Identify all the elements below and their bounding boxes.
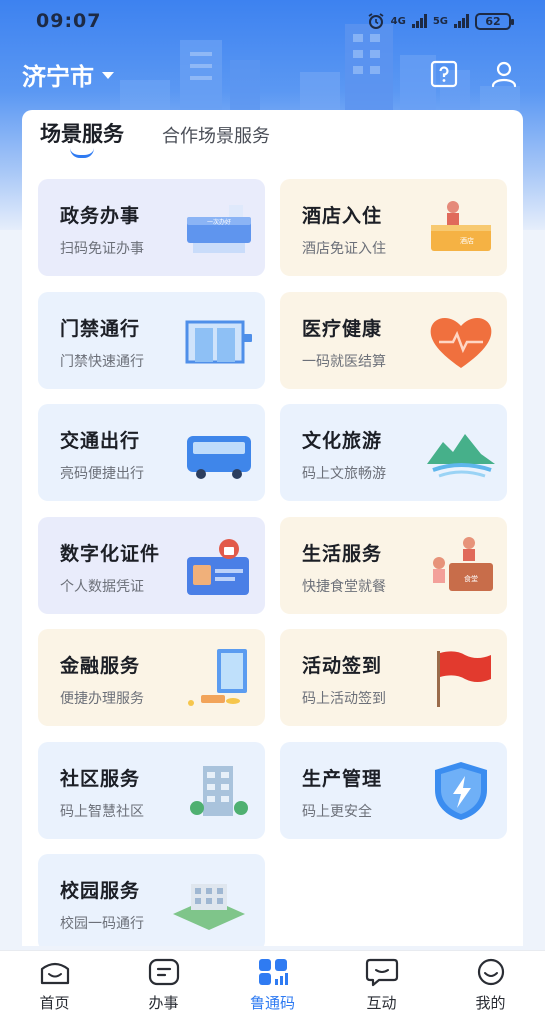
status-time: 09:07 bbox=[36, 10, 102, 32]
card-government-affairs[interactable]: 政务办事 扫码免证办事 一次办好 bbox=[38, 179, 265, 276]
card-community-services[interactable]: 社区服务 码上智慧社区 bbox=[38, 742, 265, 839]
app-header: 济宁市 bbox=[0, 52, 545, 96]
card-transportation[interactable]: 交通出行 亮码便捷出行 bbox=[38, 404, 265, 501]
community-building-icon bbox=[190, 766, 248, 816]
home-icon bbox=[40, 962, 69, 985]
help-icon bbox=[430, 60, 458, 88]
nav-label: 鲁通码 bbox=[249, 994, 295, 1012]
shield-lightning-icon bbox=[435, 762, 487, 820]
nav-label: 办事 bbox=[148, 994, 179, 1012]
network-label-5g: 5G bbox=[432, 15, 448, 27]
signal-icon bbox=[411, 14, 427, 28]
status-indicators: 4G 5G 62 bbox=[367, 12, 514, 30]
card-life-services[interactable]: 生活服务 快捷食堂就餐 食堂 bbox=[280, 517, 507, 614]
card-production-management[interactable]: 生产管理 码上更安全 bbox=[280, 742, 507, 839]
chat-icon bbox=[365, 958, 398, 987]
bottom-navigation: 首页 办事 鲁通码 互动 我的 bbox=[0, 950, 545, 1019]
card-hotel-checkin[interactable]: 酒店入住 酒店免证入住 酒店 bbox=[280, 179, 507, 276]
canteen-sign: 食堂 bbox=[464, 574, 478, 583]
card-digital-certificate[interactable]: 数字化证件 个人数据凭证 bbox=[38, 517, 265, 614]
campus-icon bbox=[173, 884, 245, 930]
bus-icon bbox=[187, 436, 251, 479]
hotel-reception-icon: 酒店 bbox=[431, 201, 491, 251]
heart-medical-icon bbox=[430, 317, 492, 368]
city-name: 济宁市 bbox=[22, 62, 94, 91]
city-selector[interactable]: 济宁市 bbox=[22, 57, 114, 92]
help-button[interactable] bbox=[429, 59, 459, 89]
battery-level: 62 bbox=[485, 14, 501, 28]
id-card-icon bbox=[187, 539, 249, 595]
nav-tasks[interactable]: 办事 bbox=[124, 957, 204, 1013]
qr-code-icon bbox=[258, 959, 288, 985]
nav-mine[interactable]: 我的 bbox=[451, 957, 531, 1013]
alarm-icon bbox=[368, 13, 384, 29]
counter-sign: 一次办好 bbox=[207, 218, 231, 226]
nav-label: 我的 bbox=[475, 994, 506, 1012]
hotel-sign: 酒店 bbox=[460, 236, 474, 245]
tab-label: 合作场景服务 bbox=[162, 126, 270, 147]
nav-interaction[interactable]: 互动 bbox=[342, 957, 422, 1013]
tab-partner-scene-services[interactable]: 合作场景服务 bbox=[162, 122, 270, 160]
nav-label: 首页 bbox=[39, 994, 70, 1012]
card-event-checkin[interactable]: 活动签到 码上活动签到 bbox=[280, 629, 507, 726]
tasks-icon bbox=[148, 958, 179, 986]
card-access-control[interactable]: 门禁通行 门禁快速通行 bbox=[38, 292, 265, 389]
nav-lutong-code[interactable]: 鲁通码 bbox=[233, 957, 313, 1013]
battery-icon: 62 bbox=[475, 12, 514, 30]
nav-label: 互动 bbox=[366, 994, 397, 1012]
tab-scene-services[interactable]: 场景服务 bbox=[40, 118, 124, 160]
card-campus-services[interactable]: 校园服务 校园一码通行 bbox=[38, 854, 265, 946]
header-actions bbox=[429, 59, 519, 89]
card-financial-services[interactable]: 金融服务 便捷办理服务 bbox=[38, 629, 265, 726]
finance-icon bbox=[188, 649, 247, 706]
card-medical-health[interactable]: 医疗健康 一码就医结算 bbox=[280, 292, 507, 389]
profile-button[interactable] bbox=[489, 59, 519, 89]
mountain-icon bbox=[427, 434, 495, 478]
tab-label: 场景服务 bbox=[40, 122, 124, 146]
chevron-down-icon bbox=[102, 72, 114, 79]
service-counter-icon: 一次办好 bbox=[187, 205, 251, 253]
nav-home[interactable]: 首页 bbox=[15, 957, 95, 1013]
scene-services-panel: 场景服务 合作场景服务 政务办事 扫码免证办事 一次办好 酒店入住 酒店免证入住… bbox=[22, 110, 523, 946]
flag-icon bbox=[437, 651, 491, 707]
status-bar: 09:07 4G 5G 62 bbox=[0, 0, 545, 42]
smile-icon bbox=[477, 958, 504, 986]
gate-icon bbox=[185, 320, 252, 364]
network-label-4g: 4G bbox=[390, 15, 406, 27]
tab-bar: 场景服务 合作场景服务 bbox=[40, 118, 270, 160]
signal-icon bbox=[454, 14, 469, 28]
canteen-icon: 食堂 bbox=[433, 537, 493, 591]
profile-icon bbox=[491, 61, 517, 88]
card-culture-tourism[interactable]: 文化旅游 码上文旅畅游 bbox=[280, 404, 507, 501]
tab-active-indicator bbox=[70, 148, 94, 158]
